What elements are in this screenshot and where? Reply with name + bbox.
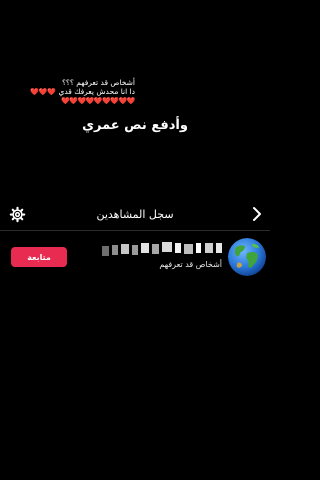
video-overlay-text: وأدفع نص عمري — [82, 118, 188, 133]
viewer-subtitle: أشخاص قد تعرفهم — [159, 260, 222, 269]
video-caption: أشخاص قد تعرفهم ؟؟؟ دا انا محدش يعرفك قد… — [20, 78, 136, 106]
caption-hearts-row: ❤️❤️❤️❤️❤️❤️❤️❤️❤️ — [61, 97, 135, 105]
caption-line-1: أشخاص قد تعرفهم ؟؟؟ — [61, 78, 135, 87]
avatar[interactable] — [228, 238, 266, 276]
viewers-sheet-title: سجل المشاهدين — [96, 208, 174, 221]
globe-icon — [228, 238, 266, 276]
viewer-list-item[interactable]: أشخاص قد تعرفهم متابعة — [0, 234, 270, 282]
caption-line-2: دا انا محدش يعرفك قدي ❤️❤️❤️ — [20, 87, 135, 97]
viewer-name-pixelated — [92, 242, 222, 256]
header-divider — [0, 230, 270, 231]
caption-line-2-text: دا انا محدش يعرفك قدي — [58, 87, 135, 96]
viewers-sheet-header: سجل المشاهدين — [0, 200, 270, 230]
caption-line-2-hearts: ❤️❤️❤️ — [29, 88, 57, 96]
chevron-right-icon[interactable] — [252, 206, 262, 222]
follow-button[interactable]: متابعة — [11, 247, 67, 267]
